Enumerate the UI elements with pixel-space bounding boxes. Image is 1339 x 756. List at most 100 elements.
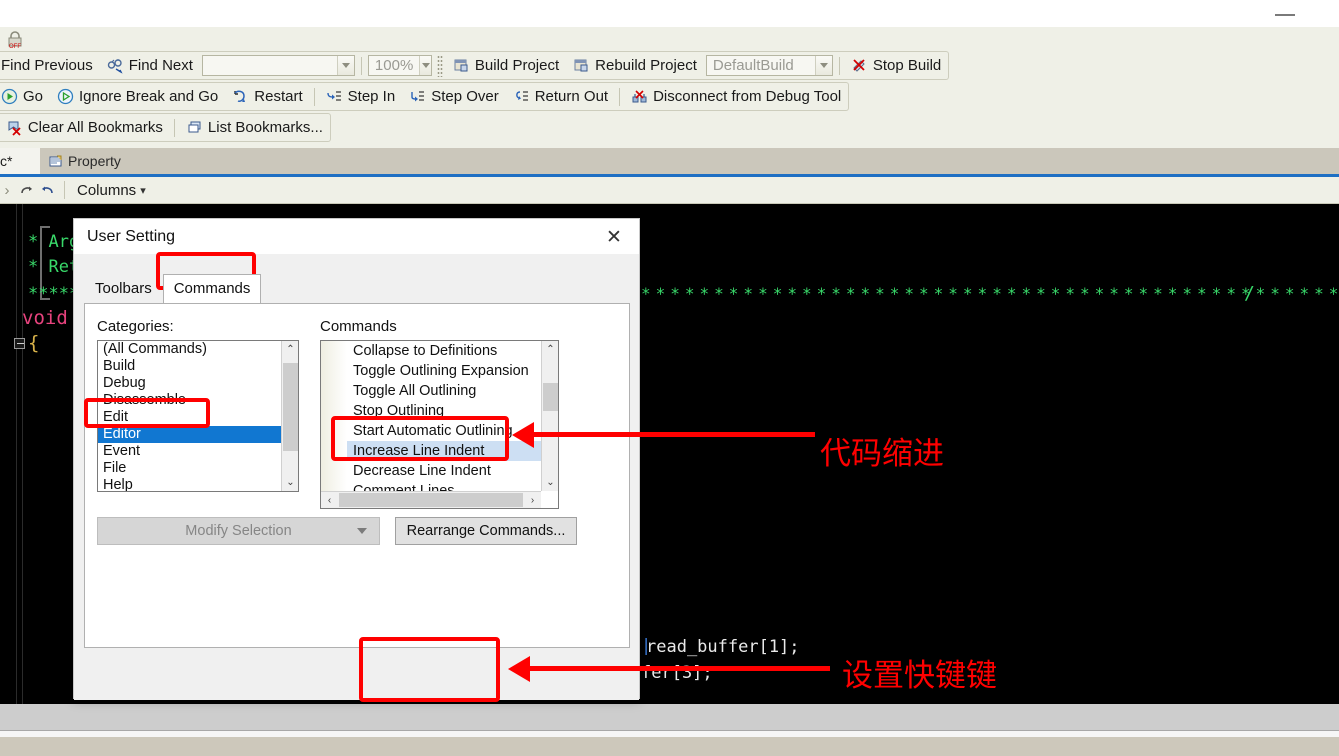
command-item[interactable]: Toggle All Outlining: [321, 381, 541, 401]
build-config-arrow-icon[interactable]: [814, 56, 832, 75]
category-item-label: Event: [103, 443, 141, 459]
command-item[interactable]: Start Automatic Outlining: [321, 421, 541, 441]
tab-source-file[interactable]: c*: [0, 148, 40, 174]
step-in-button[interactable]: Step In: [319, 83, 403, 110]
find-combo-arrow-icon[interactable]: [336, 56, 354, 75]
binoculars-icon: [107, 57, 124, 74]
category-item[interactable]: Disassemble: [98, 392, 281, 409]
category-item[interactable]: (All Commands): [98, 341, 281, 358]
tab-toolbars[interactable]: Toolbars: [84, 274, 163, 303]
find-previous-button[interactable]: Find Previous: [0, 52, 100, 79]
rebuild-project-button[interactable]: Rebuild Project: [566, 52, 704, 79]
svg-text:OFF: OFF: [9, 44, 21, 49]
find-next-button[interactable]: Find Next: [100, 52, 200, 79]
category-item[interactable]: Event: [98, 443, 281, 460]
rearrange-commands-button[interactable]: Rearrange Commands...: [395, 517, 577, 545]
code-comment-close: /: [1244, 283, 1255, 304]
step-in-label: Step In: [347, 88, 396, 105]
toolbar-grip[interactable]: [436, 54, 443, 77]
editor-gutter-line-2: [22, 204, 23, 704]
categories-items: (All Commands) Build Debug Disassemble Edit E…: [98, 341, 281, 491]
return-out-label: Return Out: [534, 88, 609, 105]
tab-commands[interactable]: Commands: [162, 274, 262, 303]
modify-selection-label: Modify Selection: [185, 523, 292, 539]
command-item-label: Stop Outlining: [353, 403, 445, 419]
command-item-label: Toggle Outlining Expansion: [353, 363, 529, 379]
category-item[interactable]: Build: [98, 358, 281, 375]
toolbar-find-row: Find Previous Find Next 100% Build Proje…: [0, 51, 950, 80]
categories-listbox[interactable]: (All Commands) Build Debug Disassemble Edit E…: [97, 340, 299, 492]
columns-menu-label[interactable]: Columns: [77, 182, 136, 199]
zoom-combo-value: 100%: [374, 57, 414, 74]
columns-chevron-down-icon[interactable]: ▾: [140, 184, 146, 197]
property-icon: [48, 154, 63, 169]
zoom-combo[interactable]: 100%: [367, 55, 432, 76]
build-project-button[interactable]: Build Project: [446, 52, 566, 79]
commands-scroll-up-icon[interactable]: ⌃: [542, 341, 558, 358]
code-fold-toggle[interactable]: [14, 338, 25, 349]
stop-build-button[interactable]: Stop Build: [844, 52, 948, 79]
dialog-body: Toolbars Commands Categories: Commands (…: [74, 254, 639, 700]
rebuild-project-label: Rebuild Project: [595, 57, 697, 74]
commands-vscrollbar[interactable]: ⌃ ⌄: [541, 341, 558, 491]
zoom-combo-arrow-icon[interactable]: [419, 56, 431, 75]
command-item[interactable]: Increase Line Indent: [321, 441, 541, 461]
return-out-icon: [513, 88, 530, 105]
command-item[interactable]: Decrease Line Indent: [321, 461, 541, 481]
tab-property[interactable]: Property: [40, 148, 129, 174]
go-button[interactable]: Go: [0, 83, 50, 110]
step-over-icon: [409, 88, 426, 105]
categories-scroll-down-icon[interactable]: ⌄: [282, 474, 298, 491]
clear-all-bookmarks-button[interactable]: Clear All Bookmarks: [0, 114, 170, 141]
category-item[interactable]: Editor: [98, 426, 281, 443]
category-item-label: Disassemble: [103, 392, 186, 408]
list-bookmarks-label: List Bookmarks...: [207, 119, 323, 136]
step-over-button[interactable]: Step Over: [402, 83, 506, 110]
command-item[interactable]: Stop Outlining: [321, 401, 541, 421]
commands-scroll-thumb[interactable]: [543, 383, 558, 411]
list-bookmarks-button[interactable]: List Bookmarks...: [179, 114, 330, 141]
commands-hscrollbar[interactable]: ‹ ›: [321, 491, 541, 508]
category-item-label: Help: [103, 477, 133, 491]
ignore-break-and-go-button[interactable]: Ignore Break and Go: [50, 83, 225, 110]
commands-hscroll-thumb[interactable]: [339, 493, 523, 507]
categories-scroll-thumb[interactable]: [283, 363, 298, 451]
command-item-icon: [321, 461, 347, 481]
commands-listbox[interactable]: Collapse to Definitions Toggle Outlining …: [320, 340, 559, 509]
categories-scrollbar[interactable]: ⌃ ⌄: [281, 341, 298, 491]
redo-icon[interactable]: [18, 182, 35, 199]
undo-icon[interactable]: [39, 182, 56, 199]
clear-bookmarks-icon: [6, 119, 23, 136]
command-item-label: Collapse to Definitions: [353, 343, 498, 359]
minimize-button[interactable]: [1271, 5, 1299, 23]
overflow-chevron-icon[interactable]: ›: [0, 182, 14, 199]
category-item[interactable]: File: [98, 460, 281, 477]
category-item[interactable]: Edit: [98, 409, 281, 426]
command-item-icon: [321, 481, 347, 491]
restart-label: Restart: [254, 88, 303, 105]
category-item[interactable]: Help: [98, 477, 281, 491]
categories-scroll-up-icon[interactable]: ⌃: [282, 341, 298, 358]
command-item[interactable]: Collapse to Definitions: [321, 341, 541, 361]
commands-scroll-left-icon[interactable]: ‹: [321, 492, 338, 508]
command-item[interactable]: Comment Lines: [321, 481, 541, 491]
command-item-label: Toggle All Outlining: [353, 383, 477, 399]
stop-build-label: Stop Build: [872, 57, 942, 74]
dialog-titlebar: User Setting ✕: [74, 219, 639, 254]
commands-scroll-down-icon[interactable]: ⌄: [542, 474, 558, 491]
commands-items: Collapse to Definitions Toggle Outlining …: [321, 341, 541, 491]
build-config-combo[interactable]: DefaultBuild: [705, 55, 833, 76]
command-item[interactable]: Toggle Outlining Expansion: [321, 361, 541, 381]
category-item-label: Edit: [103, 409, 128, 425]
disconnect-debug-tool-button[interactable]: Disconnect from Debug Tool: [624, 83, 848, 110]
command-item-icon: [321, 361, 347, 381]
find-combo[interactable]: [201, 55, 355, 76]
return-out-button[interactable]: Return Out: [506, 83, 615, 110]
modify-selection-button[interactable]: Modify Selection: [97, 517, 380, 545]
close-icon[interactable]: ✕: [597, 225, 631, 249]
category-item[interactable]: Debug: [98, 375, 281, 392]
commands-scroll-right-icon[interactable]: ›: [524, 492, 541, 508]
ignore-break-icon: [57, 88, 74, 105]
restart-button[interactable]: Restart: [225, 83, 309, 110]
command-item-icon: [321, 341, 347, 361]
